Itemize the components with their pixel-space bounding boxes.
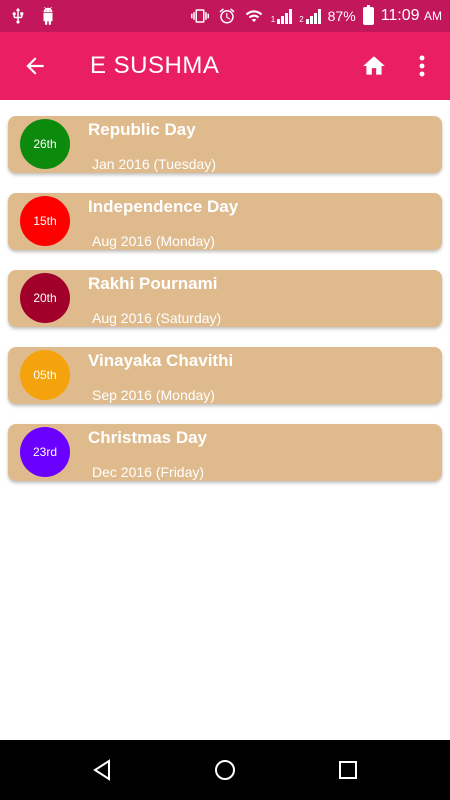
clock: 11:09 AM xyxy=(381,7,442,25)
holiday-date: Jan 2016 (Tuesday) xyxy=(92,156,216,172)
back-button[interactable] xyxy=(0,32,70,100)
day-badge: 20th xyxy=(20,273,70,323)
usb-icon xyxy=(8,6,28,26)
holiday-card[interactable]: 05th Vinayaka Chavithi Sep 2016 (Monday) xyxy=(8,347,442,404)
holiday-date: Aug 2016 (Monday) xyxy=(92,233,215,249)
holiday-name: Christmas Day xyxy=(88,428,208,447)
alarm-icon xyxy=(217,6,237,26)
home-circle-icon xyxy=(214,760,235,780)
holiday-date: Sep 2016 (Monday) xyxy=(92,387,215,403)
back-triangle-icon xyxy=(92,759,110,781)
holiday-name: Independence Day xyxy=(88,197,239,216)
home-button[interactable] xyxy=(346,32,402,100)
system-nav-bar xyxy=(0,740,450,800)
day-badge: 23rd xyxy=(20,427,70,477)
android-icon xyxy=(38,6,58,26)
holiday-date: Dec 2016 (Friday) xyxy=(92,464,205,480)
wifi-icon xyxy=(244,6,264,26)
day-badge: 26th xyxy=(20,119,70,169)
sim1-label: 1 xyxy=(270,15,276,24)
status-left xyxy=(8,6,58,26)
home-icon xyxy=(363,56,385,75)
battery-icon xyxy=(362,5,374,25)
holiday-name: Rakhi Pournami xyxy=(88,274,218,293)
app-bar: E SUSHMA xyxy=(0,32,450,100)
holiday-date: Aug 2016 (Saturday) xyxy=(92,310,222,326)
page-title: E SUSHMA xyxy=(90,52,220,79)
holiday-name: Republic Day xyxy=(88,120,196,139)
back-arrow-icon xyxy=(26,57,44,75)
day-badge: 15th xyxy=(20,196,70,246)
status-right: 1 2 87% 11:09 AM xyxy=(190,5,442,26)
nav-back-button[interactable] xyxy=(72,740,132,800)
battery-percent: 87% xyxy=(327,8,356,24)
holiday-card[interactable]: 26th Republic Day Jan 2016 (Tuesday) xyxy=(8,116,442,173)
holiday-list: 26th Republic Day Jan 2016 (Tuesday) 15t… xyxy=(8,116,442,501)
day-badge: 05th xyxy=(20,350,70,400)
nav-home-button[interactable] xyxy=(195,740,255,800)
holiday-card[interactable]: 20th Rakhi Pournami Aug 2016 (Saturday) xyxy=(8,270,442,327)
nav-recents-button[interactable] xyxy=(318,740,378,800)
clock-time: 11:09 xyxy=(380,7,420,24)
more-options-button[interactable] xyxy=(402,32,442,100)
vibrate-icon xyxy=(190,6,210,26)
more-vert-icon xyxy=(419,55,425,77)
holiday-name: Vinayaka Chavithi xyxy=(88,351,234,370)
recents-square-icon xyxy=(339,761,358,779)
holiday-card[interactable]: 23rd Christmas Day Dec 2016 (Friday) xyxy=(8,424,442,481)
clock-ampm: AM xyxy=(424,9,442,23)
holiday-card[interactable]: 15th Independence Day Aug 2016 (Monday) xyxy=(8,193,442,250)
signal-icon: 1 xyxy=(270,8,293,24)
sim2-label: 2 xyxy=(299,15,304,24)
status-bar: 1 2 87% 11:09 AM xyxy=(0,0,450,32)
signal-icon: 2 xyxy=(299,8,321,24)
